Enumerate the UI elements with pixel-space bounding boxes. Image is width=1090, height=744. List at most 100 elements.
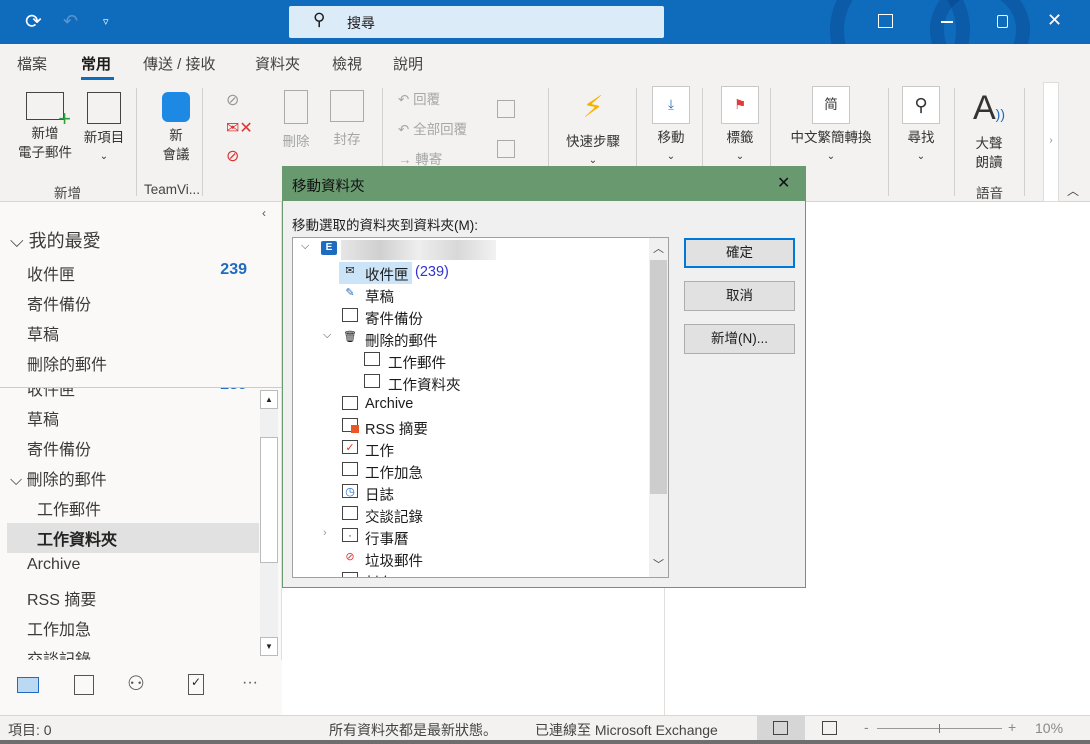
- cancel-button[interactable]: 取消: [684, 281, 795, 311]
- favorite-item-drafts[interactable]: 草稿: [27, 321, 59, 345]
- scroll-up-button[interactable]: ▲: [260, 390, 278, 409]
- tab-help[interactable]: 說明: [393, 53, 423, 74]
- tasks-icon[interactable]: ✓: [188, 674, 204, 695]
- trash-icon: [284, 90, 308, 124]
- sync-status: 所有資料夾都是最新狀態。: [329, 722, 497, 738]
- tree-item[interactable]: ⌵ 🗑 刪除的郵件: [293, 328, 643, 350]
- sync-icon[interactable]: ⟳: [25, 9, 42, 34]
- find-button[interactable]: ⚲ 尋找 ⌄: [900, 86, 942, 166]
- tree-item[interactable]: 寄件備份: [293, 306, 643, 328]
- zoom-level[interactable]: 10%: [1035, 720, 1063, 736]
- mail-icon[interactable]: [17, 677, 39, 693]
- zoom-in-button[interactable]: +: [1008, 719, 1016, 735]
- tab-home[interactable]: 常用: [81, 53, 111, 74]
- scroll-thumb[interactable]: [260, 437, 278, 563]
- folder-item-urgent[interactable]: 工作加急: [27, 616, 91, 640]
- tree-item[interactable]: ✓ 工作: [293, 438, 643, 460]
- reply-all-button[interactable]: ↶ 全部回覆: [398, 120, 467, 139]
- customize-qat-icon[interactable]: ▿: [103, 15, 109, 28]
- folder-tree[interactable]: ⌵ E ✉ 收件匣 (239) ✎ 草稿 寄件備份 ⌵ 🗑 刪除的郵件 工作郵件 工作資料夾 Arch…: [292, 237, 669, 578]
- quick-steps-label: 快速步驟: [566, 134, 620, 149]
- tree-item[interactable]: 工作郵件: [293, 350, 643, 372]
- chinese-convert-icon: 简: [812, 86, 850, 124]
- chinese-convert-button[interactable]: 简 中文繁簡轉換 ⌄: [782, 86, 880, 166]
- people-icon[interactable]: ⚇: [127, 671, 145, 696]
- meeting-reply-icon[interactable]: [497, 100, 515, 118]
- reading-view-icon[interactable]: [822, 721, 837, 735]
- folder-item-work-folder[interactable]: 工作資料夾: [37, 526, 117, 550]
- reply-button[interactable]: ↶ 回覆: [398, 90, 440, 109]
- tree-item[interactable]: ⊘ 垃圾郵件: [293, 548, 643, 570]
- tab-send-receive[interactable]: 傳送 / 接收: [143, 53, 216, 74]
- folder-item-drafts[interactable]: 草稿: [27, 406, 59, 430]
- junk-icon[interactable]: ⊘: [226, 146, 239, 166]
- tree-item[interactable]: RSS 摘要: [293, 416, 643, 438]
- minimize-icon[interactable]: [941, 21, 953, 23]
- read-aloud-button[interactable]: A)) 大聲 朗讀: [966, 88, 1012, 172]
- ribbon-display-icon[interactable]: [878, 14, 893, 28]
- new-meeting-button[interactable]: 新 會議: [150, 92, 202, 164]
- tree-item[interactable]: 交談記錄: [293, 504, 643, 526]
- close-icon[interactable]: ✕: [1047, 10, 1062, 31]
- tree-item[interactable]: 工作資料夾: [293, 372, 643, 394]
- folder-item-inbox[interactable]: 收件匣 239: [27, 388, 247, 400]
- scroll-thumb[interactable]: [650, 260, 667, 494]
- tree-item[interactable]: 工作加急: [293, 460, 643, 482]
- zoom-slider[interactable]: [877, 724, 1002, 733]
- tab-folder[interactable]: 資料夾: [255, 53, 300, 74]
- folder-item-deleted[interactable]: ⌵ 刪除的郵件: [10, 466, 107, 490]
- navigation-bar: ⚇ ✓ ···: [0, 660, 282, 715]
- cleanup-icon[interactable]: ✉✕: [226, 118, 253, 138]
- scroll-up-button[interactable]: ︿: [653, 240, 664, 256]
- chevron-right-icon[interactable]: ›: [323, 527, 327, 539]
- tree-item[interactable]: ✉ 收件匣 (239): [293, 262, 643, 284]
- tree-item[interactable]: ✎ 草稿: [293, 284, 643, 306]
- tree-item[interactable]: › · 行事曆: [293, 526, 643, 548]
- tree-item[interactable]: ◷ 日誌: [293, 482, 643, 504]
- zoom-out-button[interactable]: -: [864, 719, 869, 735]
- tab-file[interactable]: 檔案: [17, 53, 47, 74]
- tab-view[interactable]: 檢視: [332, 53, 362, 74]
- favorites-header[interactable]: ⌵ 我的最愛: [10, 227, 101, 253]
- folder-label: 收件匣: [27, 388, 76, 399]
- archive-button[interactable]: 封存: [326, 90, 368, 149]
- new-folder-button[interactable]: 新增(N)...: [684, 324, 795, 354]
- tree-item[interactable]: 封存: [293, 570, 643, 577]
- more-icon[interactable]: ···: [242, 674, 258, 692]
- folder-item-sent[interactable]: 寄件備份: [27, 436, 91, 460]
- normal-view-button[interactable]: [757, 716, 805, 740]
- ribbon-scroll-right-button[interactable]: ›: [1043, 82, 1059, 202]
- ok-button[interactable]: 確定: [684, 238, 795, 268]
- maximize-icon[interactable]: [997, 15, 1008, 28]
- folder-item-rss[interactable]: RSS 摘要: [27, 586, 96, 610]
- tree-item[interactable]: Archive: [293, 394, 643, 416]
- favorite-item-inbox[interactable]: 收件匣 239: [27, 261, 247, 285]
- calendar-icon[interactable]: [74, 675, 94, 695]
- collapse-pane-icon[interactable]: ‹: [262, 206, 266, 220]
- tags-button[interactable]: ⚑ 標籤 ⌄: [718, 86, 762, 166]
- search-box[interactable]: ⚲ 搜尋: [289, 6, 664, 38]
- move-button[interactable]: ⤓ 移動 ⌄: [649, 86, 693, 166]
- close-icon[interactable]: ✕: [777, 173, 790, 193]
- new-items-button[interactable]: 新項目 ⌄: [78, 92, 130, 166]
- chevron-down-icon[interactable]: ⌵: [323, 329, 331, 342]
- zoom-slider-thumb[interactable]: [939, 724, 940, 733]
- folder-scrollbar[interactable]: ▲ ▼: [260, 390, 278, 656]
- favorite-item-deleted[interactable]: 刪除的郵件: [27, 351, 107, 375]
- ignore-icon[interactable]: ⊘: [226, 90, 239, 110]
- scroll-down-button[interactable]: ﹀: [653, 556, 664, 572]
- undo-icon[interactable]: ↶: [63, 11, 78, 32]
- new-email-icon: +: [26, 92, 71, 130]
- quick-steps-button[interactable]: ⚡ 快速步驟 ⌄: [560, 88, 626, 170]
- folder-item-work-mail[interactable]: 工作郵件: [37, 496, 101, 520]
- scroll-down-button[interactable]: ▼: [260, 637, 278, 656]
- folder-item-archive[interactable]: Archive: [27, 556, 80, 574]
- tree-scrollbar[interactable]: ︿ ﹀: [649, 238, 668, 577]
- favorite-item-sent[interactable]: 寄件備份: [27, 291, 91, 315]
- tree-item-label: 工作: [365, 444, 394, 460]
- new-email-button[interactable]: + 新增 電子郵件: [14, 92, 76, 162]
- more-respond-icon[interactable]: [497, 140, 515, 158]
- delete-button[interactable]: 刪除: [276, 90, 316, 151]
- folder-item-conversation-history[interactable]: 交談記錄: [27, 646, 91, 660]
- collapse-ribbon-icon[interactable]: ︿: [1067, 182, 1079, 199]
